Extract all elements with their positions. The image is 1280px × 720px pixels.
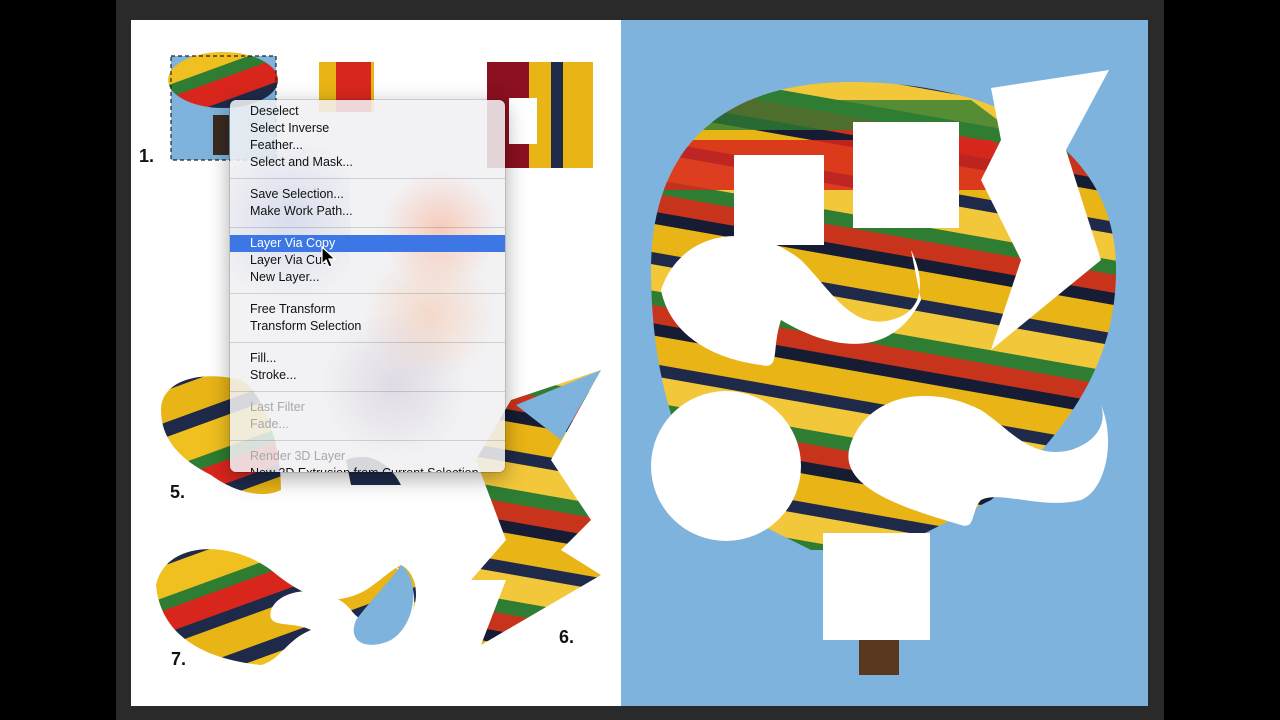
menu-item-free-transform[interactable]: Free Transform (230, 301, 505, 318)
menu-item-deselect[interactable]: Deselect (230, 103, 505, 120)
menu-item-make-work-path[interactable]: Make Work Path... (230, 203, 505, 220)
menu-separator (230, 227, 505, 228)
menu-item-layer-via-cut[interactable]: Layer Via Cut (230, 252, 505, 269)
menu-item-select-and-mask[interactable]: Select and Mask... (230, 154, 505, 171)
menu-group: Save Selection... Make Work Path... (230, 183, 505, 223)
menu-group: Last Filter Fade... (230, 396, 505, 436)
menu-separator (230, 293, 505, 294)
menu-group: Layer Via Copy Layer Via Cut New Layer... (230, 232, 505, 289)
menu-item-feather[interactable]: Feather... (230, 137, 505, 154)
step-label-7: 7. (171, 649, 187, 669)
menu-item-layer-via-copy[interactable]: Layer Via Copy (230, 235, 505, 252)
menu-item-fade: Fade... (250, 417, 289, 431)
menu-group: Fill... Stroke... (230, 347, 505, 387)
menu-item-render-3d-layer: Render 3D Layer (250, 449, 346, 463)
menu-group: Deselect Select Inverse Feather... Select a… (230, 100, 505, 174)
menu-item-last-filter: Last Filter (250, 400, 305, 414)
menu-item-save-selection[interactable]: Save Selection... (230, 186, 505, 203)
menu-item-stroke[interactable]: Stroke... (230, 367, 505, 384)
balloon-basket (859, 635, 899, 675)
menu-item-fill[interactable]: Fill... (230, 350, 505, 367)
menu-separator (230, 342, 505, 343)
step-label-6: 6. (559, 627, 575, 647)
menu-item-transform-selection[interactable]: Transform Selection (230, 318, 505, 335)
step-label-5: 5. (170, 482, 186, 502)
menu-separator (230, 440, 505, 441)
arrow-pointer-icon (321, 246, 337, 268)
menu-body: Deselect Select Inverse Feather... Select a… (230, 100, 505, 472)
step-label-1: 1. (139, 146, 155, 166)
menu-separator (230, 178, 505, 179)
selection-context-menu[interactable]: Deselect Select Inverse Feather... Select a… (230, 100, 505, 472)
menu-separator (230, 391, 505, 392)
menu-group: Render 3D Layer New 3D Extrusion from Cur… (230, 445, 505, 472)
menu-item-new-layer[interactable]: New Layer... (230, 269, 505, 286)
menu-item-select-inverse[interactable]: Select Inverse (230, 120, 505, 137)
menu-item-new-3d-extrusion-from-current-selection[interactable]: New 3D Extrusion from Current Selection (230, 465, 505, 472)
menu-group: Free Transform Transform Selection (230, 298, 505, 338)
